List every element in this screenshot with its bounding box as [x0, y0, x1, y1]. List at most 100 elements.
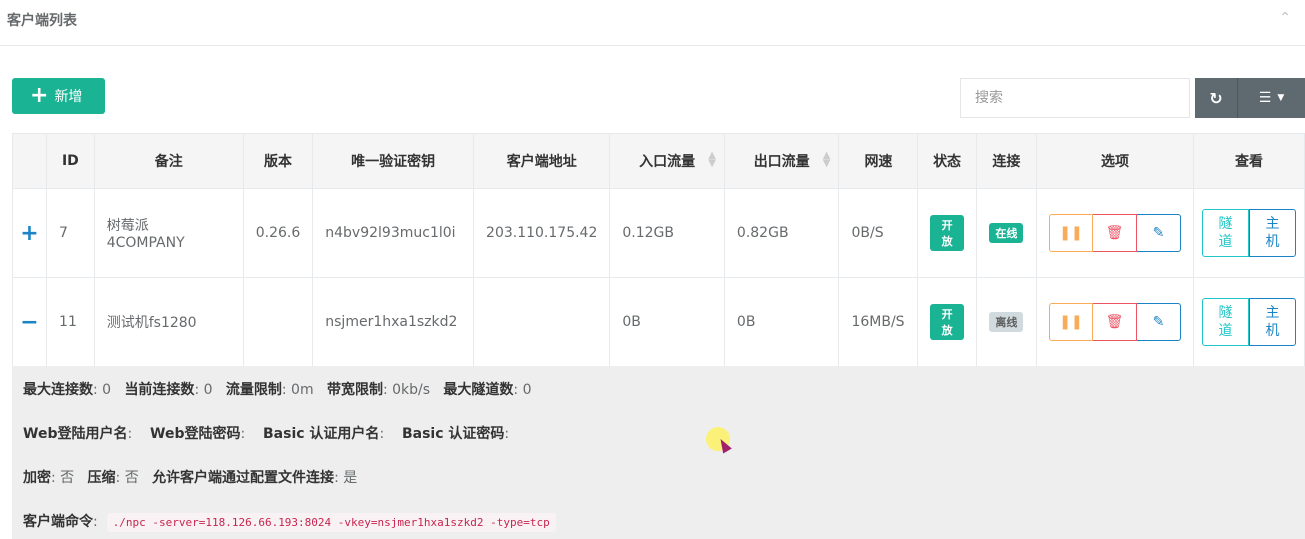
cell-version [242, 277, 314, 367]
col-view-header: 查看 [1193, 133, 1305, 189]
detail-label: 流量限制 [225, 382, 282, 398]
col-toggle-header [11, 133, 48, 189]
detail-label: Basic 认证密码 [401, 426, 505, 442]
edit-icon: ✎ [1152, 314, 1165, 330]
cell-remark: 测试机fs1280 [93, 277, 244, 367]
detail-value: : [240, 426, 246, 442]
client-command[interactable]: ./npc -server=118.126.66.193:8024 -vkey=… [106, 513, 556, 532]
cell-status: 开放 [917, 277, 977, 367]
cell-remark: 树莓派 4COMPANY [93, 188, 244, 278]
view-group: 隧道 主机 [1202, 298, 1296, 346]
pause-icon: ❚❚ [1059, 314, 1083, 330]
col-connect-header[interactable]: 连接 [975, 133, 1037, 189]
col-vkey-header[interactable]: 唯一验证密钥 [312, 133, 475, 189]
table-header-row: ID 备注 版本 唯一验证密钥 客户端地址 入口流量 ▲ ▼ 出口流量 ▲ ▼ 网速… [11, 133, 1305, 189]
col-remark-header[interactable]: 备注 [93, 133, 244, 189]
trash-icon: 🗑 [1105, 225, 1124, 241]
detail-label: 当前连接数 [124, 382, 195, 398]
columns-toggle-button[interactable]: ☰ ▼ [1237, 78, 1305, 118]
detail-value: : 0 [513, 382, 532, 398]
detail-label: 最大隧道数 [443, 382, 514, 398]
cell-speed: 0B/S [838, 188, 919, 278]
sort-icon[interactable]: ▲ ▼ [823, 151, 831, 169]
view-host-button[interactable]: 主机 [1249, 209, 1296, 257]
view-tunnel-button[interactable]: 隧道 [1202, 209, 1249, 257]
pause-button[interactable]: ❚❚ [1048, 214, 1093, 252]
detail-label: 加密 [23, 470, 51, 486]
options-group: ❚❚ 🗑 ✎ [1048, 303, 1181, 341]
col-options-header: 选项 [1035, 133, 1195, 189]
col-in-flow-header[interactable]: 入口流量 ▲ ▼ [609, 133, 725, 189]
pause-icon: ❚❚ [1059, 225, 1083, 241]
collapse-chevron-up-icon[interactable]: ⌃ [1279, 10, 1291, 26]
detail-label: 压缩 [87, 470, 116, 486]
add-button-label: 新增 [54, 89, 83, 105]
cell-options: ❚❚ 🗑 ✎ [1035, 188, 1195, 278]
col-out-flow-header[interactable]: 出口流量 ▲ ▼ [723, 133, 840, 189]
list-icon: ☰ [1258, 90, 1272, 106]
col-address-header[interactable]: 客户端地址 [473, 133, 611, 189]
table-row: − 11 测试机fs1280 nsjmer1hxa1szkd2 0B 0B 16… [11, 277, 1305, 367]
expand-toggle[interactable]: + [11, 188, 48, 278]
col-id-header[interactable]: ID [46, 133, 95, 189]
view-host-button[interactable]: 主机 [1249, 298, 1296, 346]
cell-id: 11 [46, 277, 95, 367]
remark-line: 树莓派 [106, 218, 149, 234]
detail-label: Basic 认证用户名 [263, 426, 380, 442]
cell-status: 开放 [917, 188, 977, 278]
delete-button[interactable]: 🗑 [1092, 303, 1137, 341]
col-in-flow-label: 入口流量 [639, 154, 696, 170]
sort-icon[interactable]: ▲ ▼ [708, 151, 716, 169]
search-input[interactable] [960, 78, 1190, 118]
panel-header: 客户端列表 ⌃ [0, 0, 1305, 46]
detail-value: : [379, 426, 385, 442]
detail-command-line: 客户端命令: ./npc -server=118.126.66.193:8024… [23, 511, 556, 532]
detail-label: 最大连接数 [23, 382, 93, 398]
cell-address [473, 277, 611, 367]
status-badge: 开放 [930, 215, 964, 251]
detail-auth-line: Web登陆用户名: Web登陆密码: Basic 认证用户名: Basic 认证… [23, 423, 509, 443]
table-row: + 7 树莓派 4COMPANY 0.26.6 n4bv92l93muc1l0i… [11, 188, 1305, 278]
table-tools: ↻ ☰ ▼ [1195, 78, 1305, 118]
pause-button[interactable]: ❚❚ [1048, 303, 1093, 341]
plus-icon: + [30, 83, 49, 108]
detail-label: Web登陆用户名 [23, 426, 128, 442]
collapse-toggle[interactable]: − [11, 277, 48, 367]
cell-version: 0.26.6 [242, 188, 314, 278]
view-tunnel-button[interactable]: 隧道 [1202, 298, 1249, 346]
detail-label: Web登陆密码 [150, 426, 241, 442]
panel-title: 客户端列表 [7, 13, 77, 29]
cell-options: ❚❚ 🗑 ✎ [1035, 277, 1195, 367]
edit-button[interactable]: ✎ [1136, 303, 1181, 341]
delete-button[interactable]: 🗑 [1092, 214, 1137, 252]
cell-connect: 离线 [975, 277, 1037, 367]
detail-value: : 是 [334, 470, 358, 486]
edit-icon: ✎ [1152, 225, 1165, 241]
cell-connect: 在线 [975, 188, 1037, 278]
col-speed-header[interactable]: 网速 [838, 133, 919, 189]
col-version-header[interactable]: 版本 [242, 133, 314, 189]
remark-line: 4COMPANY [106, 235, 185, 251]
client-table: ID 备注 版本 唯一验证密钥 客户端地址 入口流量 ▲ ▼ 出口流量 ▲ ▼ 网速… [11, 133, 1305, 367]
cell-in-flow: 0.12GB [609, 188, 725, 278]
client-detail-panel: 最大连接数: 0 当前连接数: 0 流量限制: 0m 带宽限制: 0kb/s 最… [12, 366, 1305, 539]
detail-value: : 0 [194, 382, 213, 398]
detail-value: : 0kb/s [382, 382, 431, 398]
connect-badge: 在线 [989, 223, 1024, 243]
cell-vkey: nsjmer1hxa1szkd2 [312, 277, 475, 367]
detail-value: : [504, 426, 510, 442]
cell-view: 隧道 主机 [1193, 188, 1305, 278]
detail-value: : 0m [281, 382, 314, 398]
add-client-button[interactable]: + 新增 [12, 78, 105, 114]
refresh-button[interactable]: ↻ [1195, 78, 1237, 118]
cell-id: 7 [46, 188, 95, 278]
col-status-header[interactable]: 状态 [917, 133, 977, 189]
detail-label: 客户端命令 [23, 514, 93, 530]
remark-line: 测试机fs1280 [106, 315, 197, 331]
cell-vkey: n4bv92l93muc1l0i [312, 188, 475, 278]
refresh-icon: ↻ [1209, 88, 1223, 108]
trash-icon: 🗑 [1105, 314, 1124, 330]
edit-button[interactable]: ✎ [1136, 214, 1181, 252]
status-badge: 开放 [930, 304, 964, 340]
caret-down-icon: ▼ [1277, 93, 1285, 103]
